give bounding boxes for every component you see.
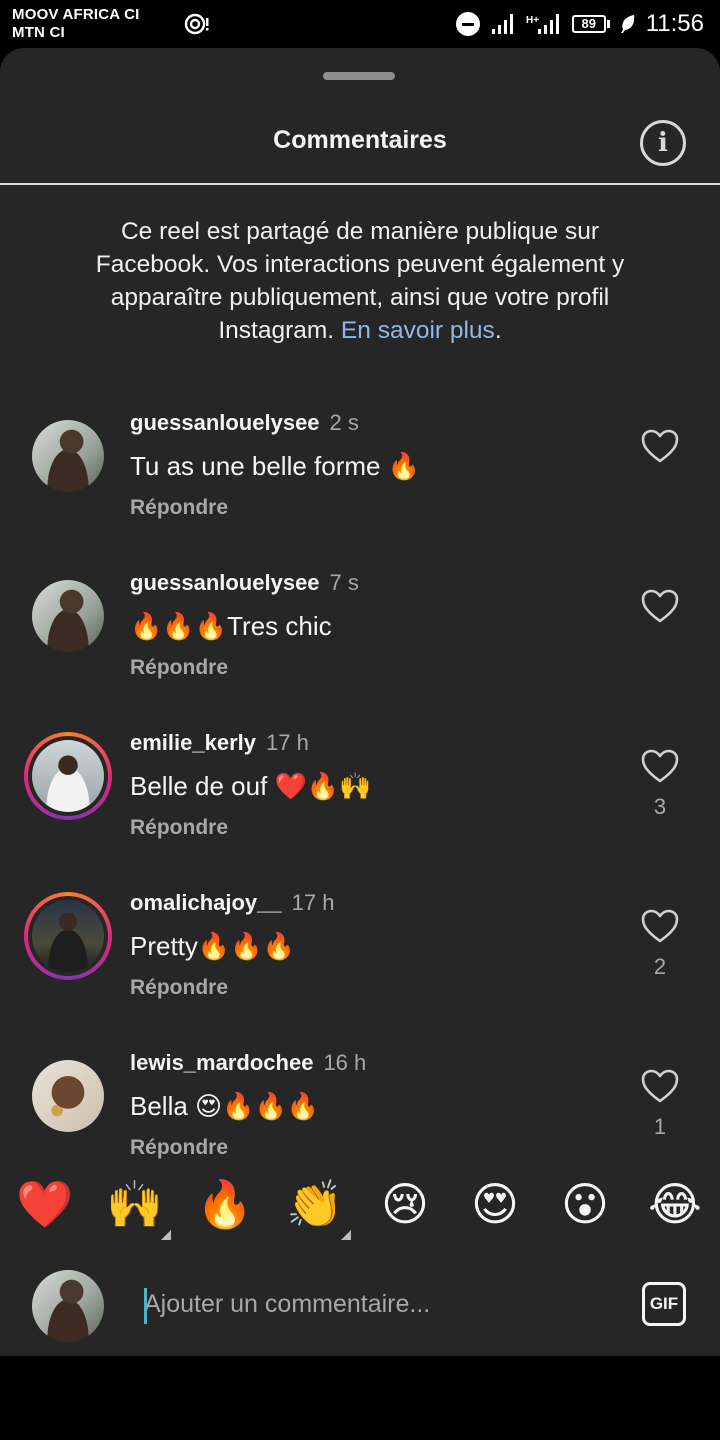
status-bar: MOOV AFRICA CI MTN CI H+ 89 11:56: [0, 0, 720, 48]
status-icons: H+ 89 11:56: [455, 10, 704, 38]
like-button[interactable]: [640, 1068, 680, 1104]
battery-icon: 89: [571, 15, 610, 33]
comment-username[interactable]: guessanlouelysee: [130, 570, 320, 595]
comment-meta: guessanlouelysee 7 s: [130, 568, 359, 598]
emoji-raising-hands-button[interactable]: 🙌: [105, 1174, 165, 1234]
info-icon: i: [658, 128, 668, 158]
heart-icon: [641, 749, 679, 783]
comment-meta: guessanlouelysee 2 s: [130, 408, 359, 438]
reply-button[interactable]: Répondre: [130, 814, 228, 842]
carrier-info: MOOV AFRICA CI MTN CI: [12, 6, 140, 42]
story-ring: [24, 892, 112, 980]
emoji-surprised-button[interactable]: 😮: [555, 1174, 615, 1234]
avatar-image: [32, 1270, 104, 1342]
battery-saver-leaf-icon: [620, 15, 634, 33]
avatar-image: [32, 580, 104, 652]
like-count: 3: [653, 794, 667, 819]
like-button[interactable]: [640, 588, 680, 624]
avatar[interactable]: [24, 732, 112, 820]
avatar[interactable]: [32, 1060, 104, 1132]
battery-level: 89: [571, 15, 606, 33]
info-button[interactable]: i: [640, 120, 686, 166]
carrier-line-1: MOOV AFRICA CI: [12, 6, 140, 23]
comment-username[interactable]: omalichajoy__: [130, 890, 282, 915]
like-count: 2: [653, 954, 667, 979]
reply-button[interactable]: Répondre: [130, 974, 228, 1002]
like-count: 1: [653, 1114, 667, 1139]
emoji-laughing-button[interactable]: 😂: [645, 1174, 705, 1234]
comment-username[interactable]: lewis_mardochee: [130, 1050, 313, 1075]
comment-text: Pretty🔥🔥🔥: [130, 931, 296, 961]
divider: [0, 183, 720, 185]
carrier-line-2: MTN CI: [12, 24, 65, 41]
skin-tone-indicator: [341, 1230, 351, 1240]
comment-time: 16 h: [323, 1050, 367, 1075]
comment-text: Bella 😍🔥🔥🔥: [130, 1091, 320, 1121]
comment-time: 7 s: [329, 570, 359, 595]
skin-tone-indicator: [161, 1230, 171, 1240]
comment-username[interactable]: emilie_kerly: [130, 730, 256, 755]
signal-h-plus-icon: H+: [526, 14, 559, 34]
navigation-bar-area: [0, 1356, 720, 1440]
story-ring: [24, 732, 112, 820]
comment-item: guessanlouelysee 2 s Tu as une belle form…: [0, 410, 720, 580]
heart-icon: [641, 429, 679, 463]
signal-icon: [491, 14, 513, 34]
like-button[interactable]: [640, 748, 680, 784]
sheet-title: Commentaires: [273, 126, 447, 154]
reply-button[interactable]: Répondre: [130, 494, 228, 522]
clock: 11:56: [645, 10, 704, 37]
comment-meta: lewis_mardochee 16 h: [130, 1048, 366, 1078]
comment-time: 2 s: [329, 410, 359, 435]
facebook-sharing-notice: Ce reel est partagé de manière publique …: [90, 215, 630, 347]
comment-meta: emilie_kerly 17 h: [130, 728, 309, 758]
heart-icon: [641, 589, 679, 623]
reply-button[interactable]: Répondre: [130, 654, 228, 682]
do-not-disturb-icon: [455, 12, 480, 36]
avatar-image: [32, 1060, 104, 1132]
heart-icon: [641, 909, 679, 943]
comment-text: 🔥🔥🔥Tres chic: [130, 611, 332, 641]
comment-text: Tu as une belle forme 🔥: [130, 451, 421, 481]
heart-icon: [641, 1069, 679, 1103]
avatar[interactable]: [32, 580, 104, 652]
comment-item: guessanlouelysee 7 s 🔥🔥🔥Tres chic Répondr…: [0, 570, 720, 740]
drag-handle[interactable]: [323, 72, 395, 80]
emoji-fire-button[interactable]: 🔥: [195, 1174, 255, 1234]
avatar[interactable]: [32, 420, 104, 492]
text-cursor: [144, 1288, 147, 1324]
comment-meta: omalichajoy__ 17 h: [130, 888, 334, 918]
svg-text:H+: H+: [526, 15, 539, 26]
gif-button[interactable]: GIF: [642, 1282, 686, 1326]
learn-more-link[interactable]: En savoir plus: [341, 317, 495, 344]
comment-item: omalichajoy__ 17 h Pretty🔥🔥🔥 Répondre 2: [0, 890, 720, 1060]
comment-username[interactable]: guessanlouelysee: [130, 410, 320, 435]
avatar-image: [32, 900, 104, 972]
comment-time: 17 h: [265, 730, 309, 755]
emoji-heart-eyes-button[interactable]: 😍: [465, 1174, 525, 1234]
hotspot-icon: [184, 13, 209, 35]
avatar-image: [32, 420, 104, 492]
emoji-reaction-bar: ❤️ 🙌 🔥 👏 😢 😍 😮 😂: [0, 1156, 720, 1252]
comment-text: Belle de ouf ❤️🔥🙌: [130, 771, 372, 801]
notice-end: .: [494, 317, 502, 344]
like-button[interactable]: [640, 428, 680, 464]
comment-input[interactable]: [144, 1278, 614, 1330]
avatar-image: [32, 740, 104, 812]
own-avatar: [32, 1270, 104, 1342]
comment-item: emilie_kerly 17 h Belle de ouf ❤️🔥🙌 Répon…: [0, 730, 720, 900]
emoji-clap-button[interactable]: 👏: [285, 1174, 345, 1234]
like-button[interactable]: [640, 908, 680, 944]
avatar[interactable]: [24, 892, 112, 980]
comment-composer: GIF: [0, 1252, 720, 1356]
emoji-heart-button[interactable]: ❤️: [15, 1174, 75, 1234]
comment-time: 17 h: [291, 890, 335, 915]
emoji-crying-button[interactable]: 😢: [375, 1174, 435, 1234]
